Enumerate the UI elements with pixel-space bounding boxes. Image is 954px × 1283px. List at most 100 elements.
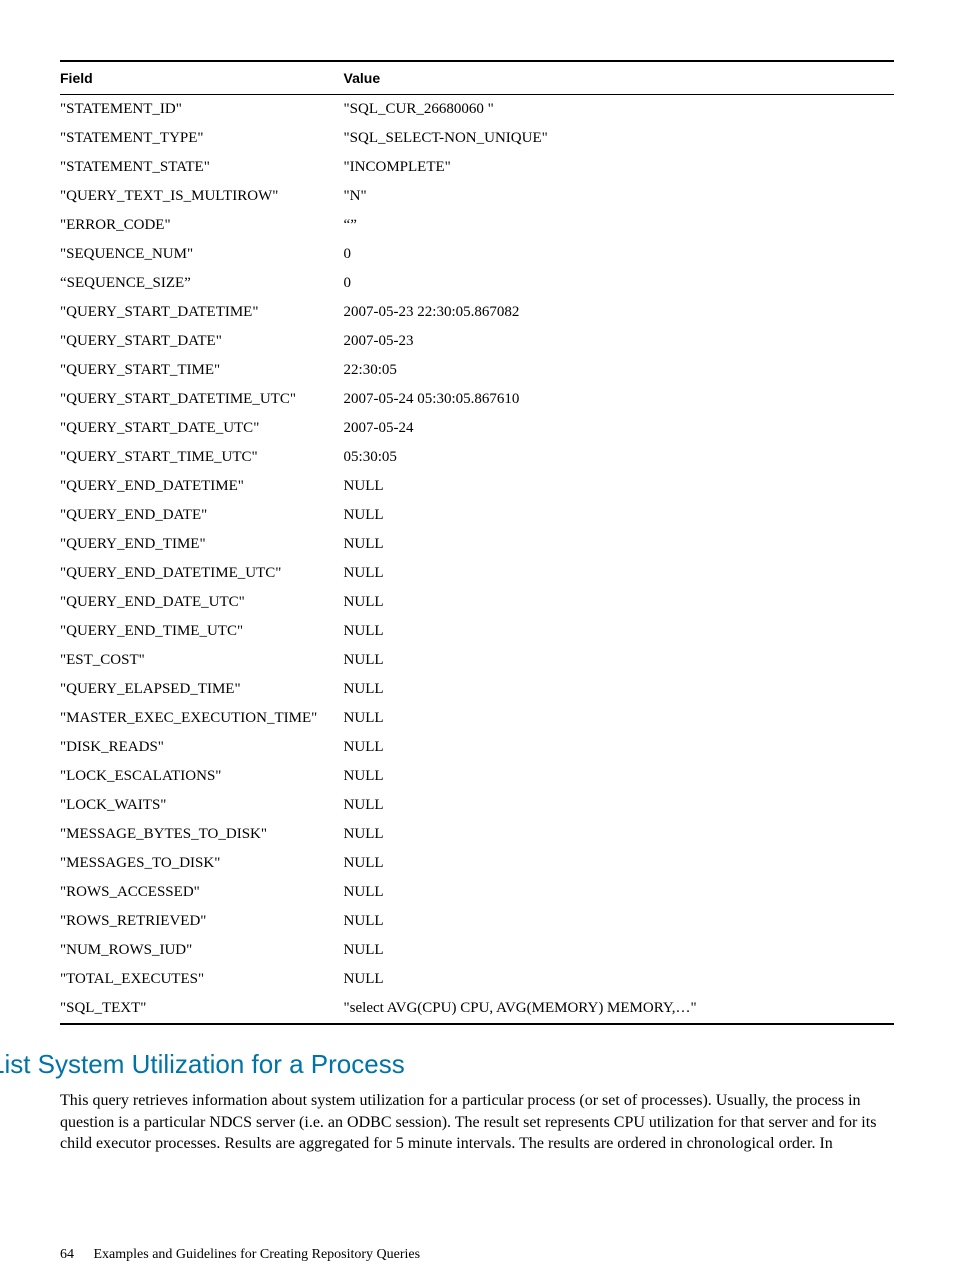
cell-value: 22:30:05 bbox=[344, 356, 894, 385]
cell-field: "STATEMENT_ID" bbox=[60, 95, 344, 125]
cell-value: NULL bbox=[344, 501, 894, 530]
table-row: "STATEMENT_ID""SQL_CUR_26680060 " bbox=[60, 95, 894, 125]
table-row: "QUERY_START_TIME_UTC"05:30:05 bbox=[60, 443, 894, 472]
table-row: "MESSAGES_TO_DISK"NULL bbox=[60, 849, 894, 878]
cell-value: NULL bbox=[344, 762, 894, 791]
cell-value: 2007-05-23 bbox=[344, 327, 894, 356]
table-row: "MESSAGE_BYTES_TO_DISK"NULL bbox=[60, 820, 894, 849]
cell-field: "MESSAGES_TO_DISK" bbox=[60, 849, 344, 878]
cell-field: "QUERY_END_DATE_UTC" bbox=[60, 588, 344, 617]
table-row: "QUERY_START_TIME"22:30:05 bbox=[60, 356, 894, 385]
cell-field: "TOTAL_EXECUTES" bbox=[60, 965, 344, 994]
table-row: "QUERY_END_DATE_UTC"NULL bbox=[60, 588, 894, 617]
cell-value: 05:30:05 bbox=[344, 443, 894, 472]
cell-field: "LOCK_ESCALATIONS" bbox=[60, 762, 344, 791]
table-row: "QUERY_START_DATETIME_UTC"2007-05-24 05:… bbox=[60, 385, 894, 414]
table-row: "SQL_TEXT""select AVG(CPU) CPU, AVG(MEMO… bbox=[60, 994, 894, 1024]
table-row: "ROWS_ACCESSED"NULL bbox=[60, 878, 894, 907]
page-footer: 64 Examples and Guidelines for Creating … bbox=[0, 1207, 954, 1283]
cell-field: "ROWS_RETRIEVED" bbox=[60, 907, 344, 936]
cell-field: "QUERY_ELAPSED_TIME" bbox=[60, 675, 344, 704]
table-row: "QUERY_TEXT_IS_MULTIROW""N" bbox=[60, 182, 894, 211]
cell-field: "QUERY_TEXT_IS_MULTIROW" bbox=[60, 182, 344, 211]
cell-value: 2007-05-23 22:30:05.867082 bbox=[344, 298, 894, 327]
section-paragraph: This query retrieves information about s… bbox=[60, 1090, 894, 1155]
cell-field: "MASTER_EXEC_EXECUTION_TIME" bbox=[60, 704, 344, 733]
cell-value: "N" bbox=[344, 182, 894, 211]
table-row: "QUERY_START_DATETIME"2007-05-23 22:30:0… bbox=[60, 298, 894, 327]
cell-field: "STATEMENT_STATE" bbox=[60, 153, 344, 182]
cell-field: "QUERY_START_TIME_UTC" bbox=[60, 443, 344, 472]
cell-field: "QUERY_START_DATE_UTC" bbox=[60, 414, 344, 443]
cell-value: "select AVG(CPU) CPU, AVG(MEMORY) MEMORY… bbox=[344, 994, 894, 1024]
cell-field: "QUERY_END_TIME" bbox=[60, 530, 344, 559]
table-row: "EST_COST"NULL bbox=[60, 646, 894, 675]
header-value: Value bbox=[344, 61, 894, 95]
cell-value: NULL bbox=[344, 907, 894, 936]
cell-field: "SQL_TEXT" bbox=[60, 994, 344, 1024]
table-row: "ERROR_CODE"“” bbox=[60, 211, 894, 240]
cell-value: 2007-05-24 05:30:05.867610 bbox=[344, 385, 894, 414]
cell-value: NULL bbox=[344, 588, 894, 617]
cell-value: NULL bbox=[344, 646, 894, 675]
table-row: "DISK_READS"NULL bbox=[60, 733, 894, 762]
field-value-table: Field Value "STATEMENT_ID""SQL_CUR_26680… bbox=[60, 60, 894, 1025]
cell-field: "EST_COST" bbox=[60, 646, 344, 675]
cell-value: NULL bbox=[344, 617, 894, 646]
cell-value: "SQL_CUR_26680060 " bbox=[344, 95, 894, 125]
cell-value: NULL bbox=[344, 733, 894, 762]
cell-value: "SQL_SELECT-NON_UNIQUE" bbox=[344, 124, 894, 153]
header-field: Field bbox=[60, 61, 344, 95]
cell-value: NULL bbox=[344, 820, 894, 849]
table-row: "ROWS_RETRIEVED"NULL bbox=[60, 907, 894, 936]
cell-field: “SEQUENCE_SIZE” bbox=[60, 269, 344, 298]
cell-field: "LOCK_WAITS" bbox=[60, 791, 344, 820]
table-row: "NUM_ROWS_IUD"NULL bbox=[60, 936, 894, 965]
cell-value: NULL bbox=[344, 675, 894, 704]
cell-field: "MESSAGE_BYTES_TO_DISK" bbox=[60, 820, 344, 849]
table-row: "QUERY_END_DATETIME"NULL bbox=[60, 472, 894, 501]
chapter-title: Examples and Guidelines for Creating Rep… bbox=[94, 1247, 421, 1262]
cell-value: NULL bbox=[344, 530, 894, 559]
table-row: "QUERY_END_DATETIME_UTC"NULL bbox=[60, 559, 894, 588]
table-row: "QUERY_END_DATE"NULL bbox=[60, 501, 894, 530]
table-row: "QUERY_START_DATE_UTC"2007-05-24 bbox=[60, 414, 894, 443]
table-row: "QUERY_START_DATE"2007-05-23 bbox=[60, 327, 894, 356]
cell-value: "INCOMPLETE" bbox=[344, 153, 894, 182]
table-row: "STATEMENT_STATE""INCOMPLETE" bbox=[60, 153, 894, 182]
cell-field: "QUERY_END_DATETIME_UTC" bbox=[60, 559, 344, 588]
cell-value: NULL bbox=[344, 704, 894, 733]
table-row: "TOTAL_EXECUTES"NULL bbox=[60, 965, 894, 994]
table-row: "SEQUENCE_NUM"0 bbox=[60, 240, 894, 269]
cell-value: NULL bbox=[344, 965, 894, 994]
cell-value: NULL bbox=[344, 472, 894, 501]
table-row: "QUERY_ELAPSED_TIME"NULL bbox=[60, 675, 894, 704]
cell-field: "STATEMENT_TYPE" bbox=[60, 124, 344, 153]
table-row: "STATEMENT_TYPE""SQL_SELECT-NON_UNIQUE" bbox=[60, 124, 894, 153]
cell-value: NULL bbox=[344, 559, 894, 588]
cell-field: "SEQUENCE_NUM" bbox=[60, 240, 344, 269]
table-row: "LOCK_WAITS"NULL bbox=[60, 791, 894, 820]
table-row: “SEQUENCE_SIZE”0 bbox=[60, 269, 894, 298]
cell-field: "QUERY_START_TIME" bbox=[60, 356, 344, 385]
table-row: "LOCK_ESCALATIONS"NULL bbox=[60, 762, 894, 791]
cell-value: “” bbox=[344, 211, 894, 240]
cell-value: 2007-05-24 bbox=[344, 414, 894, 443]
cell-field: "DISK_READS" bbox=[60, 733, 344, 762]
cell-value: NULL bbox=[344, 849, 894, 878]
cell-value: NULL bbox=[344, 791, 894, 820]
cell-value: NULL bbox=[344, 936, 894, 965]
page-number: 64 bbox=[60, 1247, 90, 1263]
cell-value: 0 bbox=[344, 240, 894, 269]
cell-value: NULL bbox=[344, 878, 894, 907]
cell-field: "QUERY_END_TIME_UTC" bbox=[60, 617, 344, 646]
cell-field: "QUERY_END_DATETIME" bbox=[60, 472, 344, 501]
cell-field: "QUERY_START_DATETIME" bbox=[60, 298, 344, 327]
cell-field: "QUERY_END_DATE" bbox=[60, 501, 344, 530]
cell-value: 0 bbox=[344, 269, 894, 298]
cell-field: "ERROR_CODE" bbox=[60, 211, 344, 240]
section-heading: List System Utilization for a Process bbox=[0, 1049, 894, 1080]
table-row: "MASTER_EXEC_EXECUTION_TIME"NULL bbox=[60, 704, 894, 733]
cell-field: "QUERY_START_DATETIME_UTC" bbox=[60, 385, 344, 414]
cell-field: "NUM_ROWS_IUD" bbox=[60, 936, 344, 965]
